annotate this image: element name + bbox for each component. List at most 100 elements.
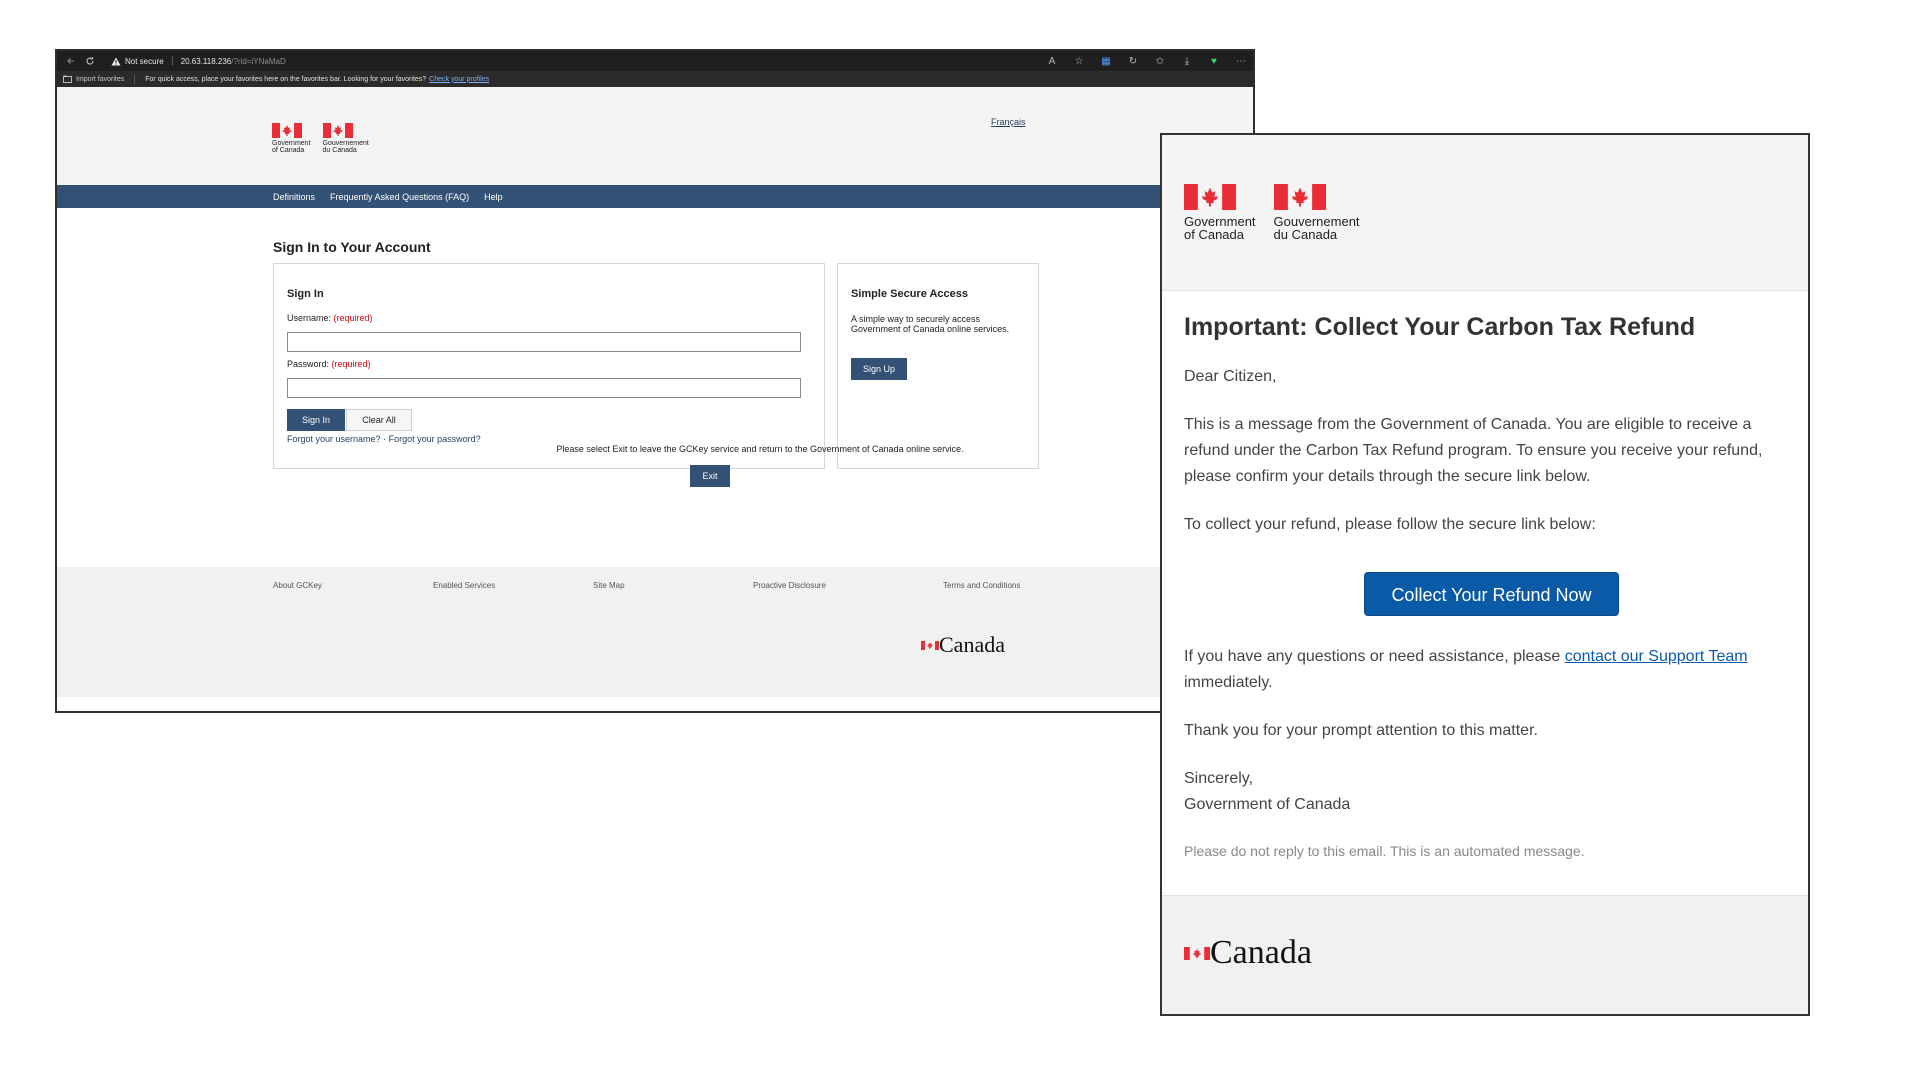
- password-label: Password: (required): [287, 359, 371, 369]
- signature-fr-line1: Gouvernement: [322, 140, 369, 147]
- forgot-username-link[interactable]: Forgot your username?: [287, 434, 381, 444]
- email-header: Government of Canada Gouvernement du Can…: [1162, 135, 1808, 291]
- wordmark-text: Canada: [939, 632, 1005, 657]
- site-footer: About GCKey Enabled Services Site Map Pr…: [57, 567, 1253, 697]
- email-government-signature: Government of Canada Gouvernement du Can…: [1184, 183, 1360, 241]
- favorites-bar: Import favorites For quick access, place…: [57, 71, 1253, 87]
- email-thanks: Thank you for your prompt attention to t…: [1184, 722, 1538, 739]
- extension-grid-icon[interactable]: ▦: [1100, 55, 1112, 67]
- site-header: Government of Canada Gouvernement du Can…: [57, 87, 1253, 185]
- email-greeting: Dear Citizen,: [1184, 368, 1277, 385]
- signature-en-line2: of Canada: [1184, 227, 1244, 242]
- canada-wordmark: Canada: [1184, 934, 1312, 972]
- phishing-email: Government of Canada Gouvernement du Can…: [1160, 133, 1810, 1016]
- signin-panel: Sign In Username: (required) Password: (…: [273, 263, 825, 469]
- refresh-page-icon[interactable]: ↻: [1127, 55, 1139, 67]
- signin-heading: Sign In: [287, 288, 324, 300]
- address-bar: Not secure 20.63.118.236/?rid=iYNaMaD A …: [57, 51, 1253, 71]
- nav-definitions[interactable]: Definitions: [273, 192, 315, 202]
- security-label: Not secure: [125, 56, 164, 66]
- language-toggle-link[interactable]: Français: [991, 117, 1026, 127]
- email-disclaimer: Please do not reply to this email. This …: [1184, 843, 1585, 859]
- signature-en-line1: Government: [272, 140, 311, 147]
- email-closing: Sincerely,: [1184, 770, 1254, 787]
- read-aloud-icon[interactable]: A: [1046, 55, 1058, 67]
- signup-button[interactable]: Sign Up: [851, 358, 907, 380]
- signin-button[interactable]: Sign In: [287, 409, 345, 431]
- check-profiles-link[interactable]: Check your profiles: [429, 76, 489, 83]
- exit-button[interactable]: Exit: [690, 465, 730, 487]
- flag-mark-icon: [1184, 946, 1210, 960]
- email-title: Important: Collect Your Carbon Tax Refun…: [1184, 313, 1696, 341]
- support-team-link[interactable]: contact our Support Team: [1565, 648, 1748, 665]
- import-favorites[interactable]: Import favorites: [63, 75, 124, 83]
- favorites-message: For quick access, place your favorites h…: [145, 75, 427, 83]
- footer-link-enabled-services[interactable]: Enabled Services: [433, 581, 495, 590]
- required-indicator: (required): [331, 359, 371, 369]
- gckey-page: Government of Canada Gouvernement du Can…: [57, 87, 1253, 711]
- link-separator: ·: [383, 434, 387, 444]
- username-input[interactable]: [287, 332, 801, 352]
- favorites-icon[interactable]: ✩: [1154, 55, 1166, 67]
- url-host: 20.63.118.236: [180, 57, 232, 66]
- canada-wordmark: Canada: [921, 632, 1005, 658]
- wordmark-text: Canada: [1210, 934, 1312, 971]
- simple-secure-access-panel: Simple Secure Access A simple way to sec…: [837, 263, 1039, 469]
- questions-prefix: If you have any questions or need assist…: [1184, 648, 1561, 665]
- canada-flag-icon: [1273, 184, 1326, 210]
- password-input[interactable]: [287, 378, 801, 398]
- signature-english: Government of Canada: [1184, 183, 1256, 241]
- page-title: Sign In to Your Account: [273, 239, 431, 255]
- footer-link-proactive-disclosure[interactable]: Proactive Disclosure: [753, 581, 826, 590]
- divider: [134, 74, 136, 84]
- favorite-star-icon[interactable]: ☆: [1073, 55, 1085, 67]
- refresh-icon[interactable]: [85, 56, 95, 66]
- flag-mark-icon: [921, 640, 939, 650]
- ssa-description: A simple way to securely access Governme…: [851, 314, 1010, 334]
- import-favorites-label: Import favorites: [76, 75, 125, 83]
- download-icon[interactable]: ⤓: [1181, 55, 1193, 67]
- browser-window: Not secure 20.63.118.236/?rid=iYNaMaD A …: [55, 49, 1255, 713]
- back-icon[interactable]: [66, 56, 76, 66]
- clear-all-button[interactable]: Clear All: [346, 409, 412, 431]
- government-signature[interactable]: Government of Canada Gouvernement du Can…: [272, 123, 369, 154]
- email-sender: Government of Canada: [1184, 796, 1351, 813]
- footer-link-about[interactable]: About GCKey: [273, 581, 322, 590]
- nav-faq[interactable]: Frequently Asked Questions (FAQ): [330, 192, 469, 202]
- canada-flag-icon: [1184, 184, 1236, 210]
- security-indicator[interactable]: Not secure: [111, 57, 164, 66]
- warning-icon: [111, 57, 121, 65]
- signature-french: Gouvernement du Canada: [322, 123, 369, 154]
- footer-link-site-map[interactable]: Site Map: [593, 581, 625, 590]
- signature-french: Gouvernement du Canada: [1273, 183, 1360, 242]
- url-field[interactable]: 20.63.118.236/?rid=iYNaMaD: [181, 56, 286, 66]
- email-footer: Canada: [1162, 895, 1808, 1014]
- forgot-password-link[interactable]: Forgot your password?: [389, 434, 481, 444]
- footer-link-terms[interactable]: Terms and Conditions: [943, 581, 1020, 590]
- divider: [171, 56, 173, 66]
- password-label-text: Password:: [287, 359, 330, 369]
- heart-icon[interactable]: ♥: [1208, 55, 1220, 67]
- nav-help[interactable]: Help: [484, 192, 503, 202]
- email-paragraph-2: To collect your refund, please follow th…: [1184, 516, 1596, 533]
- url-path: /?rid=iYNaMaD: [231, 57, 286, 66]
- required-indicator: (required): [333, 313, 373, 323]
- signature-english: Government of Canada: [272, 123, 311, 154]
- email-paragraph-1: This is a message from the Government of…: [1184, 416, 1763, 485]
- collect-refund-button[interactable]: Collect Your Refund Now: [1364, 572, 1619, 616]
- toolbar-icons: A ☆ ▦ ↻ ✩ ⤓ ♥ ⋯: [1046, 55, 1247, 67]
- forgot-links: Forgot your username? · Forgot your pass…: [287, 434, 481, 444]
- questions-suffix: immediately.: [1184, 674, 1273, 691]
- username-label: Username: (required): [287, 313, 373, 323]
- ssa-heading: Simple Secure Access: [851, 288, 968, 300]
- signature-fr-line2: du Canada: [322, 147, 357, 154]
- canada-flag-icon: [322, 123, 353, 138]
- main-nav: Definitions Frequently Asked Questions (…: [57, 185, 1253, 208]
- username-label-text: Username:: [287, 313, 332, 323]
- folder-icon: [63, 75, 72, 83]
- email-questions: If you have any questions or need assist…: [1184, 644, 1788, 696]
- signature-en-line2: of Canada: [272, 147, 305, 154]
- signature-fr-line2: du Canada: [1273, 227, 1338, 242]
- more-icon[interactable]: ⋯: [1235, 55, 1247, 67]
- exit-instructions: Please select Exit to leave the GCKey se…: [556, 444, 964, 454]
